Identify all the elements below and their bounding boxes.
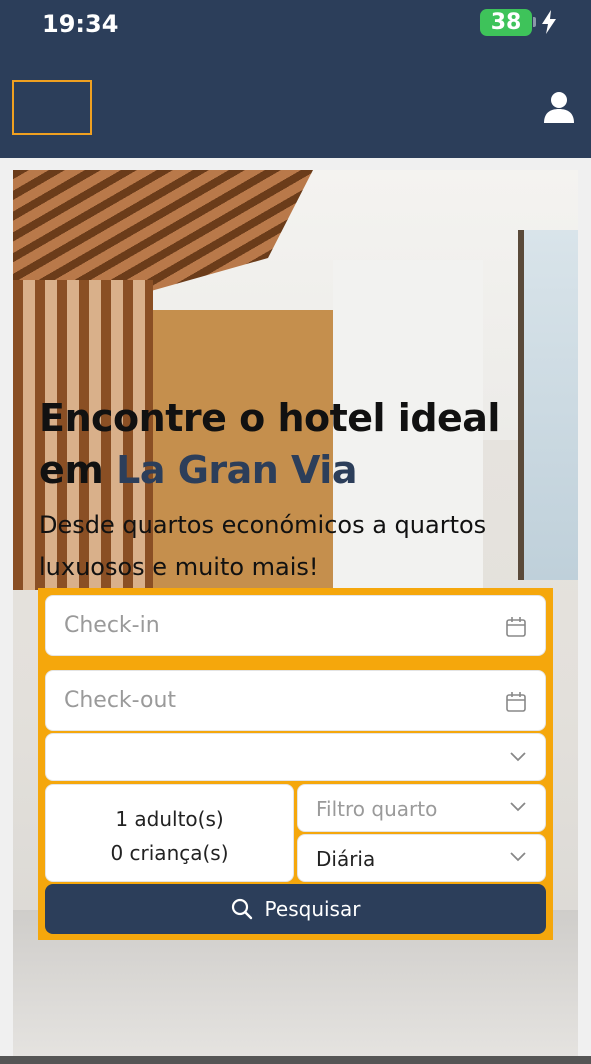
charging-bolt-icon bbox=[542, 10, 556, 34]
room-filter-select[interactable]: Filtro quarto bbox=[297, 784, 546, 832]
search-button-label: Pesquisar bbox=[264, 897, 361, 921]
search-icon bbox=[231, 898, 252, 920]
hero-title: Encontre o hotel ideal em La Gran Via bbox=[39, 392, 569, 496]
search-panel: Check-in Check-out 1 adulto(s) 0 criança… bbox=[38, 588, 553, 940]
room-filter-placeholder: Filtro quarto bbox=[316, 797, 438, 821]
hero-text: Encontre o hotel ideal em La Gran Via De… bbox=[39, 392, 569, 588]
hero-title-highlight: La Gran Via bbox=[116, 448, 357, 492]
status-time: 19:34 bbox=[42, 10, 119, 38]
checkout-field[interactable]: Check-out bbox=[45, 670, 546, 731]
battery-tip bbox=[533, 17, 536, 27]
chevron-down-icon bbox=[510, 802, 526, 812]
checkin-placeholder: Check-in bbox=[64, 613, 160, 638]
chevron-down-icon bbox=[510, 752, 526, 762]
hotel-select[interactable] bbox=[45, 733, 546, 781]
bottom-edge bbox=[0, 1056, 591, 1064]
guests-children: 0 criança(s) bbox=[110, 841, 229, 865]
chevron-down-icon bbox=[510, 852, 526, 862]
calendar-icon bbox=[506, 617, 526, 637]
user-icon[interactable] bbox=[542, 90, 576, 124]
checkout-placeholder: Check-out bbox=[64, 688, 177, 713]
guests-selector[interactable]: 1 adulto(s) 0 criança(s) bbox=[45, 784, 294, 882]
app-header bbox=[0, 50, 591, 158]
rate-type-value: Diária bbox=[316, 847, 376, 871]
checkin-field[interactable]: Check-in bbox=[45, 595, 546, 656]
search-button[interactable]: Pesquisar bbox=[45, 884, 546, 934]
hero-title-line1: Encontre o hotel ideal bbox=[39, 396, 500, 440]
guests-adults: 1 adulto(s) bbox=[115, 807, 224, 831]
rate-type-select[interactable]: Diária bbox=[297, 834, 546, 882]
hero-subtitle: Desde quartos económicos a quartos luxuo… bbox=[39, 511, 487, 581]
battery-indicator: 38 bbox=[480, 9, 532, 36]
calendar-icon bbox=[506, 692, 526, 712]
logo-placeholder[interactable] bbox=[12, 80, 92, 135]
hero-title-prefix: em bbox=[39, 448, 117, 492]
status-bar: 19:34 38 bbox=[0, 0, 591, 50]
